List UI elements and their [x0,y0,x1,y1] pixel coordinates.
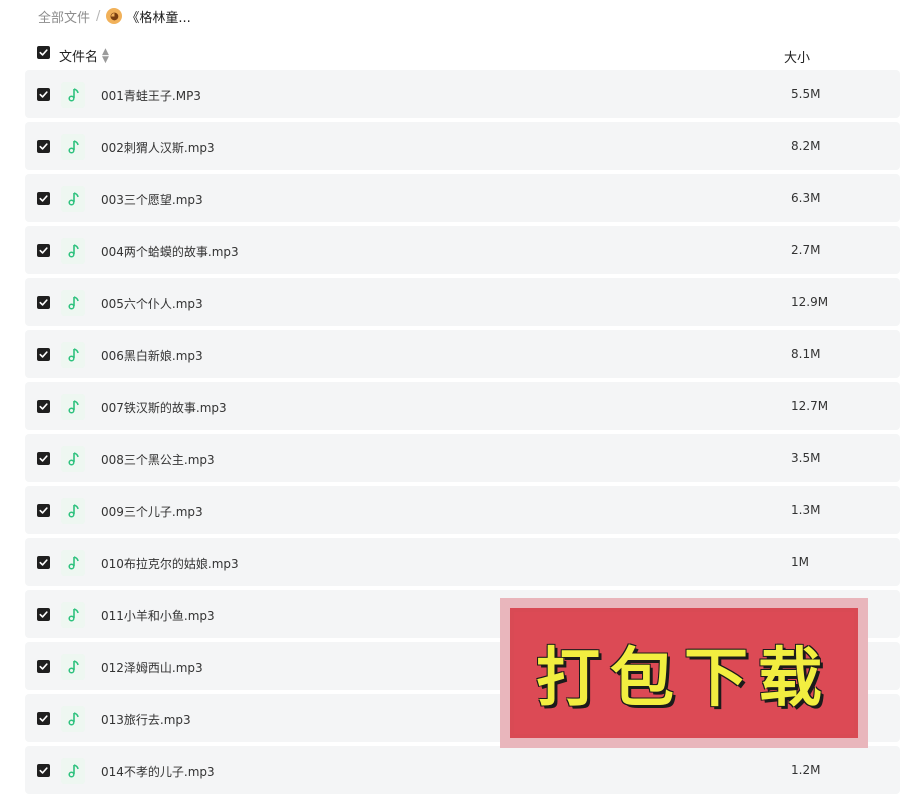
breadcrumb-current: ◕ 《格林童... [106,7,191,26]
file-checkbox[interactable] [37,400,50,413]
file-row[interactable]: 009三个儿子.mp3 1.3M [25,486,900,534]
file-row[interactable]: 006黑白新娘.mp3 8.1M [25,330,900,378]
file-checkbox[interactable] [37,192,50,205]
file-name[interactable]: 006黑白新娘.mp3 [101,347,203,364]
file-size: 6.3M [791,191,821,205]
file-name[interactable]: 008三个黑公主.mp3 [101,451,215,468]
music-file-icon [61,550,85,576]
file-list-header: 文件名 ▲ ▼ 大小 [0,40,900,68]
file-row[interactable]: 010布拉克尔的姑娘.mp3 1M [25,538,900,586]
breadcrumb: 全部文件 / ◕ 《格林童... [38,6,191,26]
music-file-icon [61,394,85,420]
file-row[interactable]: 002刺猬人汉斯.mp3 8.2M [25,122,900,170]
file-size: 8.2M [791,139,821,153]
file-checkbox[interactable] [37,140,50,153]
music-file-icon [61,498,85,524]
file-name[interactable]: 005六个仆人.mp3 [101,295,203,312]
download-all-label: 打包下载 [536,642,832,716]
music-file-icon [61,342,85,368]
file-size: 8.1M [791,347,821,361]
music-file-icon [61,186,85,212]
name-column-header[interactable]: 文件名 ▲ ▼ [59,46,109,65]
file-size: 2.7M [791,243,821,257]
file-name[interactable]: 011小羊和小鱼.mp3 [101,607,215,624]
file-name[interactable]: 001青蛙王子.MP3 [101,87,201,104]
folder-emoji-icon: ◕ [106,8,123,24]
music-file-icon [61,238,85,264]
music-file-icon [61,758,85,784]
file-name[interactable]: 004两个蛤蟆的故事.mp3 [101,243,239,260]
file-checkbox[interactable] [37,660,50,673]
breadcrumb-root[interactable]: 全部文件 [38,7,90,26]
music-file-icon [61,82,85,108]
file-checkbox[interactable] [37,712,50,725]
file-size: 12.7M [791,399,829,413]
file-row[interactable]: 005六个仆人.mp3 12.9M [25,278,900,326]
file-size: 5.5M [791,87,821,101]
file-size: 1M [791,555,809,569]
file-checkbox[interactable] [37,88,50,101]
music-file-icon [61,602,85,628]
music-file-icon [61,134,85,160]
breadcrumb-current-label: 《格林童... [126,10,191,26]
file-checkbox[interactable] [37,556,50,569]
file-name[interactable]: 010布拉克尔的姑娘.mp3 [101,555,239,572]
file-name[interactable]: 007铁汉斯的故事.mp3 [101,399,227,416]
file-row[interactable]: 003三个愿望.mp3 6.3M [25,174,900,222]
file-row[interactable]: 007铁汉斯的故事.mp3 12.7M [25,382,900,430]
file-checkbox[interactable] [37,348,50,361]
select-all-checkbox[interactable] [37,46,50,59]
file-row[interactable]: 001青蛙王子.MP3 5.5M [25,70,900,118]
file-checkbox[interactable] [37,504,50,517]
file-size: 12.9M [791,295,829,309]
file-checkbox[interactable] [37,608,50,621]
file-size: 3.5M [791,451,821,465]
file-checkbox[interactable] [37,296,50,309]
music-file-icon [61,706,85,732]
music-file-icon [61,290,85,316]
music-file-icon [61,654,85,680]
file-name[interactable]: 014不孝的儿子.mp3 [101,763,215,780]
file-name[interactable]: 009三个儿子.mp3 [101,503,203,520]
file-row[interactable]: 004两个蛤蟆的故事.mp3 2.7M [25,226,900,274]
file-checkbox[interactable] [37,452,50,465]
file-name[interactable]: 013旅行去.mp3 [101,711,191,728]
breadcrumb-separator: / [96,8,101,24]
file-name[interactable]: 002刺猬人汉斯.mp3 [101,139,215,156]
sort-icon[interactable]: ▲ ▼ [102,47,109,64]
file-checkbox[interactable] [37,244,50,257]
file-size: 1.3M [791,503,821,517]
file-row[interactable]: 008三个黑公主.mp3 3.5M [25,434,900,482]
size-column-header: 大小 [784,51,811,66]
file-name[interactable]: 003三个愿望.mp3 [101,191,203,208]
download-all-stamp[interactable]: 打包下载 [500,598,868,748]
name-column-label: 文件名 [59,50,99,65]
music-file-icon [61,446,85,472]
file-checkbox[interactable] [37,764,50,777]
file-name[interactable]: 012泽姆西山.mp3 [101,659,203,676]
file-row[interactable]: 014不孝的儿子.mp3 1.2M [25,746,900,794]
file-size: 1.2M [791,763,821,777]
